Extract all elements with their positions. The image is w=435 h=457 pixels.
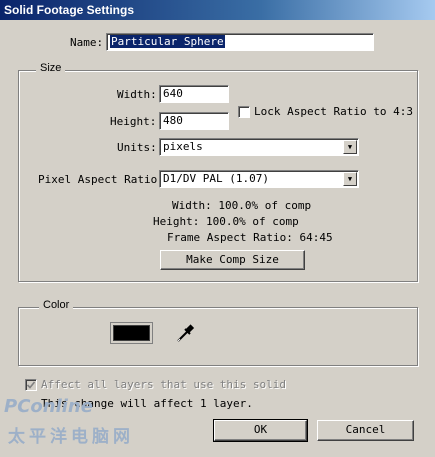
units-label: Units: <box>117 141 157 154</box>
cancel-button[interactable]: Cancel <box>317 420 414 441</box>
pixel-aspect-dropdown-value: D1/DV PAL (1.07) <box>163 172 269 185</box>
check-icon <box>26 381 36 389</box>
eyedropper-icon[interactable] <box>174 322 196 344</box>
pixel-aspect-dropdown[interactable]: D1/DV PAL (1.07) ▼ <box>159 170 359 188</box>
color-group <box>18 307 418 366</box>
chevron-down-icon[interactable]: ▼ <box>343 140 357 154</box>
affect-all-checkbox[interactable] <box>25 379 37 391</box>
color-group-label: Color <box>39 299 74 311</box>
width-info: Width: 100.0% of comp <box>172 199 312 212</box>
height-input[interactable]: 480 <box>159 112 229 130</box>
make-comp-size-button[interactable]: Make Comp Size <box>160 250 305 270</box>
color-swatch[interactable] <box>110 322 153 344</box>
watermark-cjk-text: 太平洋电脑网 <box>8 427 134 447</box>
name-input-text: Particular Sphere <box>110 35 225 48</box>
pixel-aspect-label: Pixel Aspect Ratio: <box>38 173 164 186</box>
width-label: Width: <box>117 88 157 101</box>
height-label: Height: <box>110 115 157 128</box>
height-info: Height: 100.0% of comp <box>153 215 299 228</box>
watermark-logo-text: PConline <box>4 396 93 417</box>
chevron-down-icon[interactable]: ▼ <box>343 172 357 186</box>
window-title: Solid Footage Settings <box>0 0 435 20</box>
units-dropdown-value: pixels <box>163 140 203 153</box>
width-input[interactable]: 640 <box>159 85 229 103</box>
name-label: Name: <box>70 36 104 49</box>
lock-aspect-label: Lock Aspect Ratio to 4:3 <box>254 105 413 118</box>
ok-button[interactable]: OK <box>213 419 308 442</box>
frame-aspect-info: Frame Aspect Ratio: 64:45 <box>167 231 333 244</box>
affect-all-label: Affect all layers that use this solid <box>41 378 287 391</box>
name-input[interactable]: Particular Sphere <box>106 33 374 51</box>
lock-aspect-checkbox[interactable] <box>238 106 250 118</box>
units-dropdown[interactable]: pixels ▼ <box>159 138 359 156</box>
size-group-label: Size <box>36 62 66 74</box>
